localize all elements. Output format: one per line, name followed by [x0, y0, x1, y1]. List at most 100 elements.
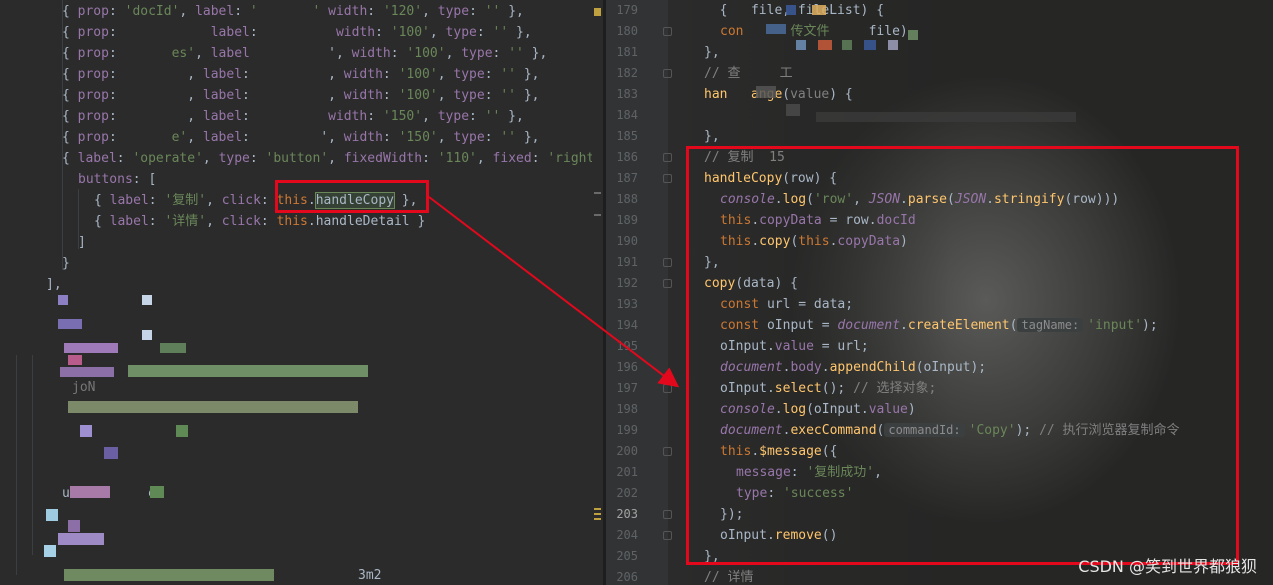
handle-detail-reference[interactable]: handleDetail [316, 214, 410, 229]
token: 工 [779, 66, 793, 81]
string-literal: '100' [398, 67, 438, 82]
label-key: label [109, 214, 149, 229]
code-line[interactable]: { prop: , label: width: '150', type: '' … [62, 106, 524, 127]
obscured-pixel [908, 30, 918, 40]
code-line[interactable]: han ange(value) { [704, 84, 853, 105]
line-number: 198 [616, 402, 638, 416]
watermark: CSDN @笑到世界都狼狈 [1078, 557, 1257, 576]
line-number: 202 [616, 486, 638, 500]
label-key: label [210, 46, 250, 61]
fold-marker-icon[interactable] [663, 153, 672, 162]
code-line[interactable]: con 传文件 file) [720, 21, 908, 42]
line-number: 200 [616, 444, 638, 458]
token: han [704, 87, 728, 102]
obscured-pixel [888, 40, 898, 50]
code-line[interactable]: { prop: es', label ', width: '100', type… [62, 43, 547, 64]
fold-marker-icon[interactable] [663, 279, 672, 288]
line-number: 180 [616, 24, 638, 38]
this-keyword: this [276, 214, 308, 229]
type-key: type [453, 130, 485, 145]
warning-marker[interactable] [594, 8, 601, 16]
code-line[interactable]: { label: '详情', click: this.handleDetail … [94, 211, 425, 232]
code-line[interactable]: } [62, 253, 70, 274]
label-key: label [109, 193, 149, 208]
line-number: 205 [616, 549, 638, 563]
code-line[interactable]: // 查 工 [704, 63, 793, 84]
line-number: 199 [616, 423, 638, 437]
code-line[interactable]: { prop: label: width: '100', type: '' }, [62, 22, 532, 43]
buttons-key: buttons [78, 172, 133, 187]
code-line[interactable]: // 详情 [704, 567, 753, 585]
code-line[interactable]: { prop: , label: , width: '100', type: '… [62, 64, 539, 85]
highlight-box-handlecopy-definition [686, 146, 1239, 565]
width-key: width [343, 130, 383, 145]
type-key: type [461, 46, 493, 61]
label-key: label [202, 88, 243, 103]
token: // 详情 [704, 570, 754, 585]
token: 传文件 [790, 24, 830, 39]
marker[interactable] [594, 192, 601, 194]
line-number: 204 [616, 528, 638, 542]
string-literal: 'right [547, 151, 595, 166]
string-literal: 'operate' [132, 151, 203, 166]
string-literal: '110' [437, 151, 477, 166]
fold-marker-icon[interactable] [663, 27, 672, 36]
fold-marker-icon[interactable] [663, 510, 672, 519]
string-literal: '' [484, 109, 501, 124]
code-line[interactable]: { prop: , label: , width: '100', type: '… [62, 85, 539, 106]
code-line[interactable]: }, [704, 126, 720, 147]
string-literal: '100' [406, 46, 446, 61]
line-number: 195 [616, 339, 638, 353]
string-literal: '' [500, 67, 516, 82]
width-key: width [343, 88, 383, 103]
label-key: label [202, 130, 243, 145]
marker[interactable] [594, 518, 601, 520]
code-line[interactable]: { prop: 'docId', label: ' ' width: '120'… [62, 1, 524, 22]
code-line[interactable]: { prop: e', label: ', width: '150', type… [62, 127, 540, 148]
obscured-pixel [842, 40, 852, 50]
code-line[interactable]: ], [46, 274, 62, 295]
code-line[interactable]: ] [78, 232, 86, 253]
string-literal: '100' [398, 88, 438, 103]
string-literal: '150' [398, 130, 438, 145]
line-number: 190 [616, 234, 638, 248]
fold-marker-icon[interactable] [663, 258, 672, 267]
prop-key: prop [77, 67, 109, 82]
obscured-pixel [766, 24, 786, 34]
type-key: type [445, 25, 477, 40]
obscured-pixel [786, 104, 800, 116]
code-line[interactable]: }, [704, 42, 720, 63]
type-key: type [453, 67, 485, 82]
label-key: label [210, 25, 250, 40]
left-editor-pane: { prop: 'docId', label: ' ' width: '120'… [0, 0, 603, 585]
code-line[interactable]: buttons: [ [78, 169, 156, 190]
obscured-fragment: joN [72, 380, 96, 395]
obscured-pixel [864, 40, 876, 50]
line-number: 201 [616, 465, 638, 479]
width-key: width [328, 4, 368, 19]
obscured-fragment: u [62, 486, 70, 501]
marker[interactable] [594, 214, 601, 216]
fold-marker-icon[interactable] [663, 174, 672, 183]
token: con [720, 24, 744, 39]
type-key: type [453, 88, 485, 103]
obscured-pixel [786, 5, 796, 15]
line-number: 182 [616, 66, 638, 80]
marker[interactable] [594, 513, 601, 515]
line-number: 186 [616, 150, 638, 164]
label-key: label [202, 67, 243, 82]
marker[interactable] [594, 508, 601, 510]
string-fragment: e' [171, 130, 188, 145]
code-line[interactable]: { label: 'operate', type: 'button', fixe… [62, 148, 594, 169]
prop-key: prop [77, 46, 109, 61]
fold-marker-icon[interactable] [663, 384, 672, 393]
line-number-gutter: 179 180 181 182 183 184 185 186 187 188 189 190 191 1… [606, 0, 672, 585]
obscured-fragment: 3m2 [358, 568, 382, 583]
string-literal: 'docId' [124, 4, 180, 19]
fold-marker-icon[interactable] [663, 531, 672, 540]
string-literal: '150' [382, 109, 423, 124]
fold-marker-icon[interactable] [663, 69, 672, 78]
fold-marker-icon[interactable] [663, 447, 672, 456]
string-literal: '复制' [164, 193, 207, 208]
